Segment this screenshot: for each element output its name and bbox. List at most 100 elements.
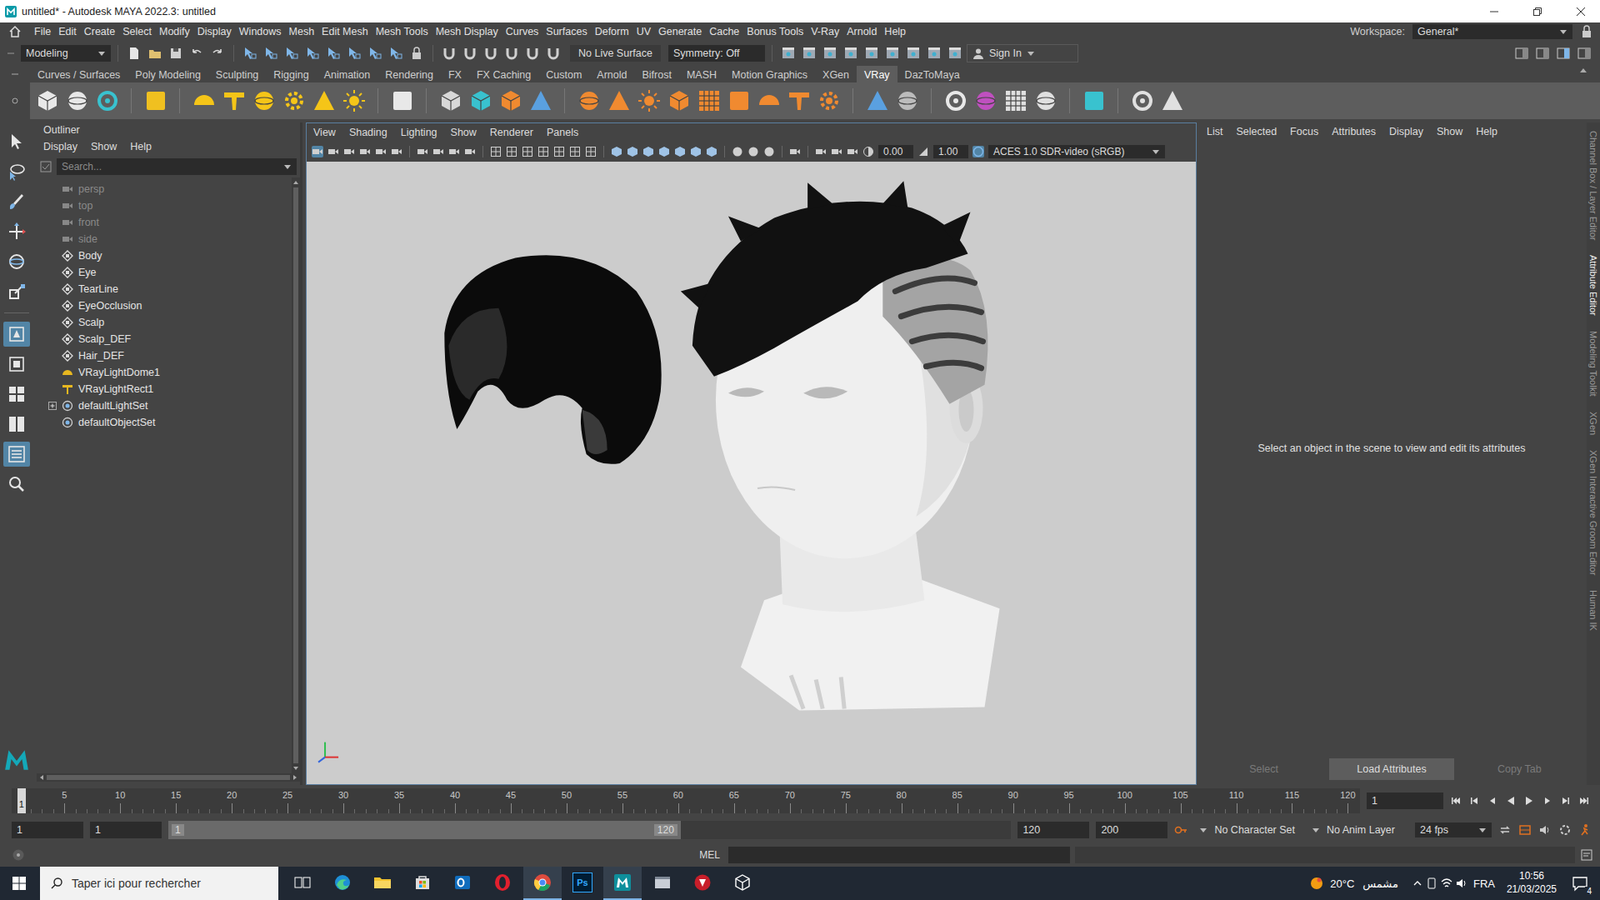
expand-icon[interactable] [48,401,57,410]
shelf-button[interactable] [785,85,812,116]
shelf-button[interactable] [142,85,169,116]
outliner-item[interactable]: Scalp [36,314,292,331]
cam-icon[interactable] [830,145,843,158]
shelf-button[interactable] [1080,85,1107,116]
cube-icon[interactable] [674,145,686,158]
taskbar-app[interactable] [643,866,682,900]
taskbar-app[interactable] [283,866,322,900]
loop-icon[interactable] [1498,823,1512,837]
layout-button[interactable] [3,321,30,347]
file-tool-button[interactable] [208,43,227,64]
shelf-button[interactable] [527,85,554,116]
head-mesh[interactable] [680,180,1000,710]
ball-icon[interactable] [731,145,744,158]
shelf-button[interactable] [280,85,307,116]
attribute-editor-menu[interactable]: Selected [1235,125,1277,138]
preferences-icon[interactable] [1558,823,1572,837]
viewport-menu[interactable]: Renderer [490,126,534,139]
device-icon[interactable] [1425,876,1439,890]
outliner-menu[interactable]: Help [130,140,152,153]
time-slider-track[interactable]: 5101520253035404550556065707580859095100… [11,788,1360,814]
tool-button[interactable] [3,189,30,215]
side-tab[interactable]: XGen [1588,411,1599,435]
outliner-item[interactable]: Scalp_DEF [36,330,292,348]
menu-item[interactable]: Bonus Tools [746,25,804,38]
scroll-thumb[interactable] [46,775,290,780]
shelf-tab[interactable]: Sculpting [208,65,266,83]
scene[interactable] [306,161,1196,785]
cam-icon[interactable] [343,145,355,158]
shelf-button[interactable] [34,85,60,116]
outliner-item[interactable]: top [36,197,292,215]
step-back-key-icon[interactable] [1468,795,1480,807]
range-end-handle[interactable]: 120 [654,824,678,836]
attribute-editor-button[interactable]: Load Attributes [1329,758,1454,780]
shelf-button[interactable] [725,85,752,116]
cache-icon[interactable] [1518,823,1532,837]
color-management-icon[interactable] [972,145,985,158]
snap-button[interactable] [440,43,459,64]
side-tab[interactable]: Channel Box / Layer Editor [1588,130,1599,240]
help-icon[interactable] [11,848,25,862]
go-to-end-icon[interactable] [1578,795,1590,807]
cam-icon[interactable] [815,145,827,158]
cam-icon[interactable] [846,145,859,158]
selection-mask-button[interactable] [386,43,405,64]
menu-item[interactable]: Display [197,25,232,38]
shelf-button[interactable] [310,85,337,116]
menu-item[interactable]: Windows [239,25,282,38]
shelf-button[interactable] [250,85,277,116]
tool-button[interactable] [3,129,30,155]
shelf-options-icon[interactable] [10,95,20,106]
current-frame-marker[interactable]: 1 [17,788,26,814]
taskbar-app[interactable]: Ps [563,866,602,900]
menu-item[interactable]: Create [84,25,116,38]
shelf-button[interactable] [815,85,842,116]
grid-icon[interactable] [569,145,581,158]
animation-start-field[interactable]: 1 [11,821,84,839]
outliner-item[interactable]: front [36,214,292,231]
attribute-editor-menu[interactable]: Show [1436,125,1463,138]
shelf-tab[interactable]: XGen [815,65,857,83]
shelf-button[interactable] [942,85,969,116]
scroll-left-icon[interactable] [38,774,45,781]
cam-icon[interactable] [416,145,429,158]
shelf-tab[interactable]: Motion Graphics [724,65,815,83]
shelf-tab[interactable]: Arnold [589,65,635,83]
outliner-item[interactable]: Eye [36,264,292,281]
snap-button[interactable] [481,43,500,64]
outliner-item[interactable]: EyeOcclusion [36,297,292,315]
render-button[interactable] [862,43,881,64]
tool-button[interactable] [3,279,30,305]
menu-item[interactable]: Arnold [846,25,877,38]
attribute-editor-menu[interactable]: Attributes [1331,125,1376,138]
viewport-menu[interactable]: View [313,126,336,139]
outliner-search-field[interactable]: Search... [56,158,297,175]
anim-layer-dropdown[interactable]: No Anim Layer [1306,822,1409,838]
shelf-tab[interactable]: FX [440,65,470,83]
shelf-button[interactable] [635,85,662,116]
viewport-menu[interactable]: Show [450,126,477,139]
render-button[interactable] [883,43,902,64]
sign-in-dropdown[interactable]: Sign In [966,44,1079,63]
shelf-button[interactable] [1129,85,1155,116]
color-space-dropdown[interactable]: ACES 1.0 SDR-video (sRGB) [988,145,1165,159]
attribute-editor-menu[interactable]: List [1206,125,1223,138]
filter-icon[interactable] [40,160,52,173]
menu-item[interactable]: Edit [58,25,77,38]
taskbar-app[interactable] [683,866,722,900]
scroll-up-icon[interactable] [1578,65,1589,76]
cube-icon[interactable] [658,145,670,158]
tool-button[interactable] [3,249,30,275]
taskbar-app[interactable] [403,866,442,900]
cam-icon[interactable] [311,145,324,158]
attribute-editor-menu[interactable]: Focus [1290,125,1319,138]
menu-item[interactable]: Deform [595,25,630,38]
menu-item[interactable]: Surfaces [545,25,587,38]
ball-icon[interactable] [763,145,775,158]
render-button[interactable] [779,43,798,64]
menu-item[interactable]: Modify [159,25,190,38]
volume-icon[interactable] [1455,876,1469,890]
menu-item[interactable]: Mesh [289,25,315,38]
viewport-menu[interactable]: Lighting [400,126,438,139]
